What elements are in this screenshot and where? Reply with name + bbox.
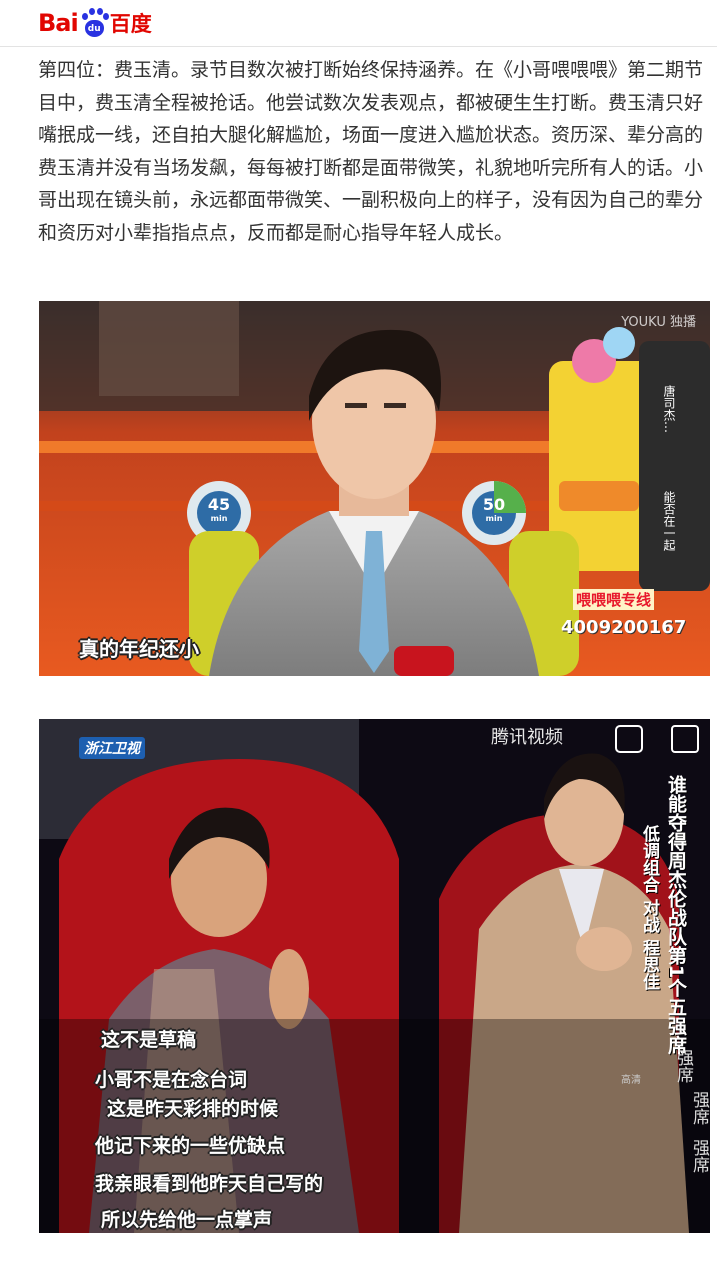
baidu-logo[interactable]: Bai du 百度 bbox=[38, 8, 152, 38]
photo2-subtitle-1: 这不是草稿 bbox=[101, 1029, 197, 1051]
timer-right-value: 50 bbox=[482, 495, 506, 514]
hotline-number: 4009200167 bbox=[561, 617, 687, 638]
photo2-subtitle-5: 我亲眼看到他昨天自己写的 bbox=[95, 1173, 324, 1195]
timer-left-value: 45 bbox=[207, 495, 231, 514]
timer-right-unit: min bbox=[485, 514, 503, 523]
side-caption-a: 唐司杰… bbox=[662, 385, 676, 433]
timer-left-unit: min bbox=[210, 514, 228, 523]
logo-text-chinese: 百度 bbox=[109, 12, 152, 36]
article-image-1: 45 min 50 min YOUKU 独播 唐司杰… 能否在一起 喂喂喂专线 … bbox=[39, 301, 710, 676]
timer-right: 50 min bbox=[474, 495, 514, 524]
paw-icon: du bbox=[79, 8, 109, 38]
photo2-subtitle-3: 这是昨天彩排的时候 bbox=[107, 1098, 279, 1120]
side-subtitle: 低调组合 对战 程思佳 bbox=[639, 825, 659, 990]
repeat-caption-3: 强席 bbox=[689, 1139, 709, 1173]
timer-left: 45 min bbox=[199, 495, 239, 524]
article-paragraph: 第四位：费玉清。录节目数次被打断始终保持涵养。在《小哥喂喂喂》第二期节目中，费玉… bbox=[38, 59, 704, 244]
photo2-subtitle-4: 他记下来的一些优缺点 bbox=[95, 1135, 286, 1157]
photo1-subtitle: 真的年纪还小 bbox=[79, 637, 199, 661]
article-image-2: 浙江卫视 腾讯视频 谁能夺得周杰伦战队第1个五强席 低调组合 对战 程思佳 强席… bbox=[39, 719, 710, 1233]
logo-text-du: du bbox=[84, 20, 104, 37]
hd-badge: 高清 bbox=[621, 1075, 641, 1086]
window-icon[interactable] bbox=[671, 725, 699, 753]
youku-watermark: YOUKU 独播 bbox=[621, 315, 696, 330]
side-title: 谁能夺得周杰伦战队第1个五强席 bbox=[665, 775, 687, 1055]
repeat-caption-2: 强席 bbox=[689, 1091, 709, 1125]
top-bar: Bai du 百度 bbox=[0, 0, 717, 47]
hotline-label: 喂喂喂专线 bbox=[573, 589, 655, 610]
share-icon[interactable] bbox=[615, 725, 643, 753]
tencent-video-logo: 腾讯视频 bbox=[491, 727, 563, 748]
repeat-caption-1: 强席 bbox=[673, 1049, 693, 1083]
logo-text-bai: Bai bbox=[38, 9, 79, 37]
zhejiang-tv-logo: 浙江卫视 bbox=[79, 737, 145, 759]
photo2-subtitle-6: 所以先给他一点掌声 bbox=[101, 1209, 273, 1231]
side-caption-b: 能否在一起 bbox=[662, 491, 676, 551]
photo2-subtitle-2: 小哥不是在念台词 bbox=[95, 1069, 248, 1091]
